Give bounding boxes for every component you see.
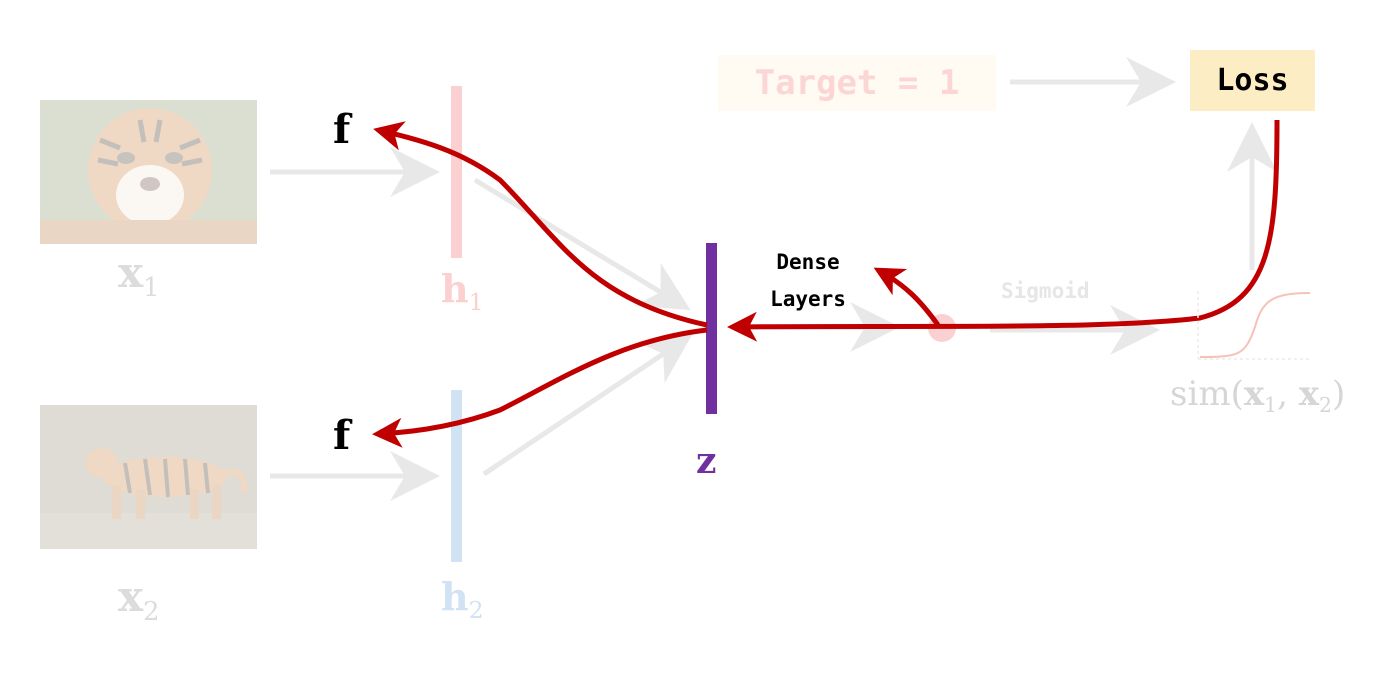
- f-bottom-label: f: [333, 412, 351, 459]
- similarity-label: sim(x1, x2): [1170, 374, 1346, 418]
- sigmoid-label: Sigmoid: [1001, 279, 1090, 303]
- target-box: Target = 1: [718, 55, 996, 111]
- x1-label: x1: [118, 248, 160, 304]
- x2-label: x2: [118, 572, 160, 628]
- diagram-connections: [270, 57, 1280, 562]
- gradient-dense-arrow: [873, 267, 941, 327]
- dense-line-2: Layers: [770, 287, 846, 311]
- gradient-f-top-arrow: [373, 121, 708, 328]
- dense-layers-label: Dense Layers: [738, 244, 878, 318]
- dense-line-1: Dense: [776, 250, 840, 274]
- h1-bar: [451, 86, 462, 258]
- target-label: Target = 1: [754, 63, 960, 103]
- f-top-label: f: [333, 106, 351, 153]
- loss-label: Loss: [1216, 63, 1289, 98]
- loss-box: Loss: [1190, 50, 1315, 111]
- diagram: Target = 1 Loss Dense Layers Sigmoid x1 …: [0, 0, 1390, 678]
- h2-to-z-arrow: [482, 334, 693, 477]
- h1-label: h1: [441, 266, 484, 317]
- z-bar: [706, 243, 717, 414]
- h2-bar: [451, 390, 462, 562]
- h2-label: h2: [441, 574, 484, 625]
- gradient-f-bottom-arrow: [372, 327, 708, 448]
- sigmoid-curve-icon: [1197, 291, 1312, 360]
- z-label: z: [696, 440, 717, 482]
- h1-to-z-arrow: [473, 177, 691, 311]
